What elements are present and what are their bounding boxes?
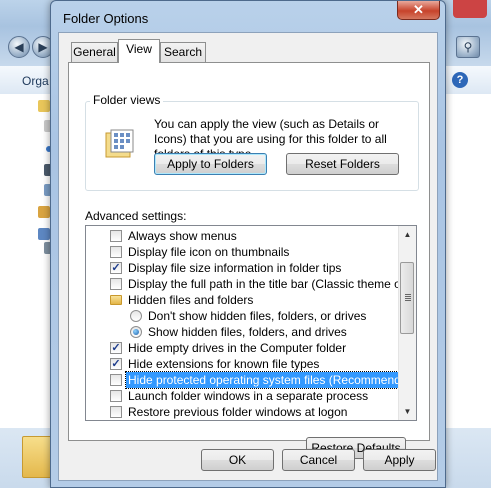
list-item-label: Always show menus — [128, 229, 237, 243]
list-item[interactable]: Display the full path in the title bar (… — [86, 276, 416, 292]
list-item-label: Show hidden files, folders, and drives — [148, 325, 347, 339]
navigation-pane — [0, 94, 56, 428]
checkbox[interactable] — [110, 278, 122, 290]
list-item[interactable]: Don't show hidden files, folders, or dri… — [86, 308, 396, 324]
checkbox[interactable] — [110, 230, 122, 242]
close-button[interactable]: ✕ — [397, 1, 440, 20]
favorites-icon[interactable] — [38, 100, 50, 112]
scroll-up-icon[interactable]: ▲ — [399, 226, 416, 243]
computer-icon[interactable] — [38, 228, 50, 240]
list-item-label: Hide extensions for known file types — [128, 357, 320, 371]
explorer-close-button[interactable] — [453, 0, 487, 18]
list-item[interactable]: Hidden files and folders — [86, 292, 396, 308]
list-item[interactable]: Always show menus — [86, 228, 396, 244]
tab-general[interactable]: General — [71, 42, 118, 62]
help-icon[interactable]: ? — [452, 72, 468, 88]
folder-views-icon — [105, 129, 134, 158]
checkbox[interactable] — [110, 246, 122, 258]
back-icon[interactable]: ◀ — [8, 36, 30, 58]
scrollbar[interactable]: ▲ ▼ — [398, 226, 416, 420]
view-tab-panel: Folder views You can apply the view (suc… — [68, 62, 430, 459]
list-item-label: Hide empty drives in the Computer folder — [128, 341, 347, 355]
list-item[interactable]: Hide protected operating system files (R… — [86, 371, 416, 389]
list-item-label: Display file icon on thumbnails — [128, 245, 290, 259]
list-item-label: Hide protected operating system files (R… — [124, 371, 416, 389]
checkbox[interactable] — [110, 374, 122, 386]
list-item[interactable]: ✓ Hide extensions for known file types — [86, 356, 396, 372]
list-item-label: Launch folder windows in a separate proc… — [128, 389, 369, 403]
reset-folders-button[interactable]: Reset Folders — [286, 153, 399, 175]
checkbox[interactable]: ✓ — [110, 342, 122, 354]
advanced-settings-label: Advanced settings: — [85, 209, 187, 223]
checkbox[interactable] — [110, 390, 122, 402]
folder-options-dialog: Folder Options ✕ General View Search Fol… — [50, 0, 446, 488]
apply-to-folders-button[interactable]: Apply to Folders — [154, 153, 267, 175]
tab-search[interactable]: Search — [160, 42, 206, 62]
cancel-button[interactable]: Cancel — [282, 449, 355, 471]
list-item[interactable]: Show hidden files, folders, and drives — [86, 324, 396, 340]
list-item-label: Don't show hidden files, folders, or dri… — [148, 309, 367, 323]
list-item[interactable]: ✓ Hide empty drives in the Computer folde… — [86, 340, 396, 356]
ok-button[interactable]: OK — [201, 449, 274, 471]
search-icon[interactable]: ⚲ — [456, 36, 480, 58]
checkbox[interactable]: ✓ — [110, 262, 122, 274]
organize-button[interactable]: Orga — [22, 74, 49, 88]
content-pane — [440, 94, 491, 428]
list-item-label: Hidden files and folders — [128, 293, 254, 307]
list-item-label: Display the full path in the title bar (… — [128, 277, 417, 291]
list-item[interactable]: Launch folder windows in a separate proc… — [86, 388, 396, 404]
dialog-body: General View Search Folder views You can… — [58, 32, 438, 481]
scroll-thumb[interactable] — [400, 262, 414, 334]
dialog-title: Folder Options — [63, 11, 149, 26]
folder-views-label: Folder views — [90, 93, 164, 107]
checkbox[interactable]: ✓ — [110, 358, 122, 370]
checkbox[interactable] — [110, 406, 122, 418]
list-item-label: Restore previous folder windows at logon — [128, 405, 348, 419]
list-item[interactable]: ✓ Display file size information in folder… — [86, 260, 396, 276]
apply-button[interactable]: Apply — [363, 449, 436, 471]
tab-view[interactable]: View — [118, 39, 160, 63]
radio-button[interactable] — [130, 326, 142, 338]
homegroup-icon[interactable] — [38, 206, 50, 218]
list-item[interactable]: Restore previous folder windows at logon — [86, 404, 396, 420]
radio-button[interactable] — [130, 310, 142, 322]
list-item-label: Display file size information in folder … — [128, 261, 342, 275]
scroll-down-icon[interactable]: ▼ — [399, 403, 416, 420]
list-item[interactable]: Display file icon on thumbnails — [86, 244, 396, 260]
advanced-settings-list: Always show menus Display file icon on th… — [85, 225, 417, 421]
folder-icon — [110, 295, 122, 305]
